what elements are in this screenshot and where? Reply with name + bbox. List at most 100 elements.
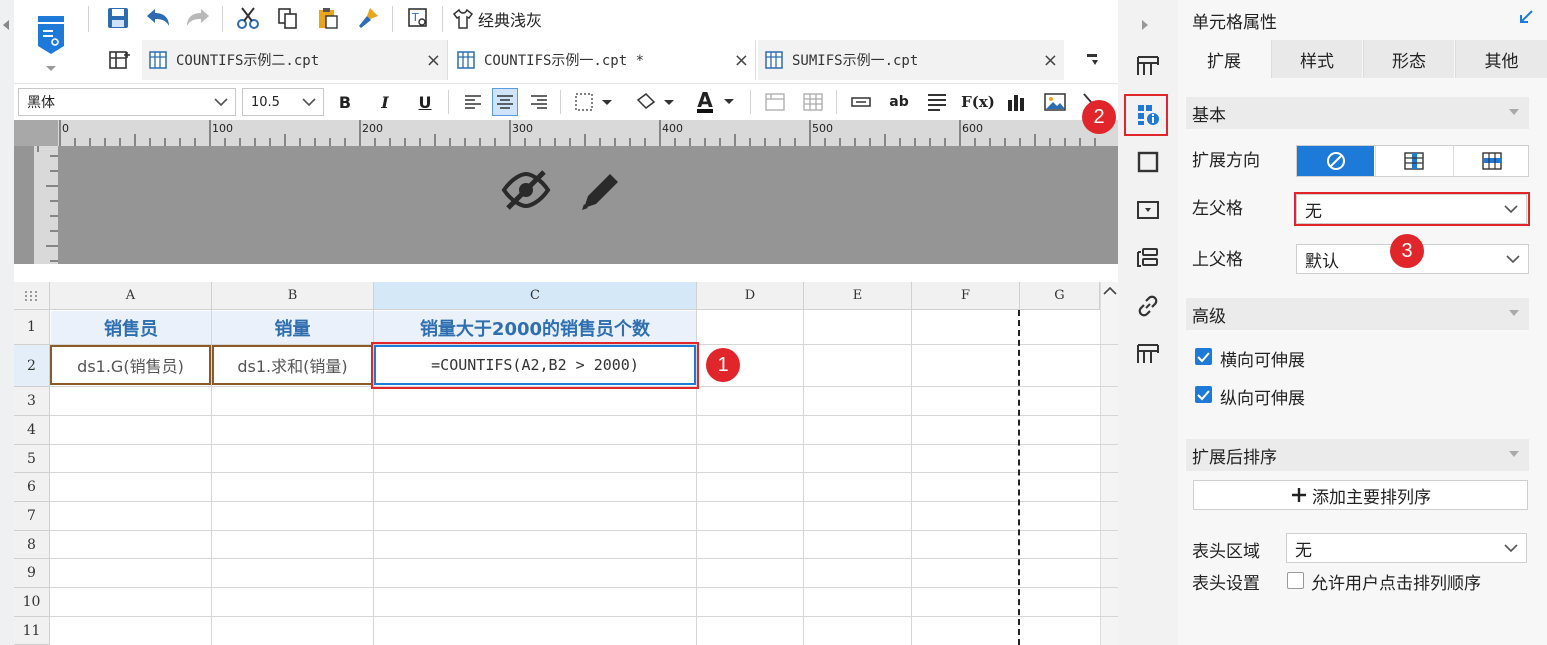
image-icon[interactable] — [1042, 88, 1068, 116]
save-icon[interactable] — [104, 4, 132, 32]
hide-eye-icon[interactable] — [500, 168, 552, 216]
expand-horizontal-button[interactable] — [1453, 146, 1530, 176]
fill-color-icon[interactable] — [632, 88, 680, 116]
tab-style[interactable]: 样式 — [1271, 40, 1362, 78]
row-header-8[interactable]: 8 — [14, 531, 50, 559]
theme-button[interactable]: 经典浅灰 — [452, 6, 542, 32]
chevron-up-icon[interactable] — [1101, 282, 1119, 300]
tab-form[interactable]: 形态 — [1363, 40, 1454, 78]
section-basic[interactable]: 基本 — [1186, 97, 1529, 129]
cell-b2[interactable]: ds1.求和(销量) — [212, 345, 373, 385]
cell-a1[interactable]: 销售员 — [51, 311, 211, 344]
tab-list-icon[interactable] — [1080, 46, 1108, 74]
text-insert-button[interactable]: ab — [886, 88, 912, 116]
row-header-11[interactable]: 11 — [14, 617, 50, 645]
font-family-select[interactable]: 黑体 — [18, 88, 236, 116]
preview-icon[interactable]: T — [404, 4, 432, 32]
column-header-f[interactable]: F — [912, 282, 1020, 310]
column-header-c[interactable]: C — [374, 282, 697, 310]
row-header-9[interactable]: 9 — [14, 559, 50, 588]
cell-layout-icon[interactable] — [1134, 52, 1162, 80]
column-header-g[interactable]: G — [1020, 282, 1100, 310]
expand-none-button[interactable] — [1297, 146, 1374, 176]
cell-a2[interactable]: ds1.G(销售员) — [50, 345, 211, 385]
vertical-stretch-checkbox[interactable] — [1195, 386, 1212, 403]
expand-vertical-button[interactable] — [1375, 146, 1452, 176]
align-left-icon[interactable] — [460, 88, 486, 116]
bold-button[interactable]: B — [332, 88, 358, 116]
row-header-7[interactable]: 7 — [14, 502, 50, 531]
new-sheet-icon[interactable] — [106, 46, 134, 74]
chart-icon[interactable] — [1004, 88, 1030, 116]
horizontal-stretch-checkbox[interactable] — [1195, 348, 1212, 365]
condition-icon[interactable] — [1134, 244, 1162, 272]
widget-icon[interactable] — [1134, 196, 1162, 224]
add-sort-button[interactable]: 添加主要排列序 — [1193, 480, 1528, 510]
allow-user-sort-label: 允许用户点击排列顺序 — [1311, 574, 1481, 594]
row-header-5[interactable]: 5 — [14, 445, 50, 473]
row-header-4[interactable]: 4 — [14, 416, 50, 445]
cell-c1[interactable]: 销量大于2000的销售员个数 — [374, 311, 696, 344]
dock-arrow-icon[interactable] — [1517, 8, 1535, 30]
column-header-b[interactable]: B — [212, 282, 374, 310]
cell-b1[interactable]: 销量 — [212, 311, 373, 344]
close-icon[interactable]: × — [426, 50, 441, 71]
cut-icon[interactable] — [234, 4, 262, 32]
undo-icon[interactable] — [144, 4, 172, 32]
section-sort[interactable]: 扩展后排序 — [1186, 439, 1529, 471]
redo-icon[interactable] — [184, 4, 212, 32]
tab-countifs-example-2[interactable]: COUNTIFS示例二.cpt × — [142, 40, 448, 80]
close-icon[interactable]: × — [734, 50, 749, 71]
cell-attribute-icon[interactable] — [1134, 101, 1162, 129]
left-collapse-strip[interactable] — [0, 0, 14, 645]
chevron-down-icon[interactable] — [295, 89, 323, 115]
column-header-d[interactable]: D — [697, 282, 804, 310]
font-color-icon[interactable]: A — [690, 88, 742, 116]
underline-button[interactable]: U — [412, 88, 438, 116]
align-center-icon[interactable] — [492, 88, 518, 116]
report-logo-icon[interactable] — [22, 6, 80, 74]
hyperlink-icon[interactable] — [1134, 292, 1162, 320]
row-header-10[interactable]: 10 — [14, 588, 50, 617]
chevron-down-icon[interactable] — [1496, 534, 1526, 562]
close-icon[interactable]: × — [1043, 50, 1058, 71]
copy-icon[interactable] — [274, 4, 302, 32]
tab-expand[interactable]: 扩展 — [1178, 40, 1270, 78]
check-icon — [1197, 390, 1210, 401]
edit-pencil-icon[interactable] — [576, 166, 626, 220]
tab-countifs-example-1[interactable]: COUNTIFS示例一.cpt * × — [450, 40, 756, 80]
column-header-a[interactable]: A — [50, 282, 212, 310]
border-frame-icon[interactable] — [1134, 148, 1162, 176]
check-icon — [1197, 352, 1210, 363]
border-icon[interactable] — [572, 88, 620, 116]
select-all-corner[interactable] — [14, 282, 50, 310]
formula-button[interactable]: F(x) — [960, 88, 996, 116]
italic-button[interactable]: I — [372, 88, 398, 116]
vertical-scrollbar[interactable] — [1100, 282, 1118, 645]
row-header-3[interactable]: 3 — [14, 387, 50, 416]
align-right-icon[interactable] — [526, 88, 552, 116]
collapse-left-icon[interactable] — [3, 20, 9, 30]
expand-right-icon[interactable] — [1142, 20, 1148, 30]
column-header-e[interactable]: E — [804, 282, 912, 310]
tab-other[interactable]: 其他 — [1455, 40, 1547, 78]
font-size-select[interactable]: 10.5 — [242, 88, 324, 116]
design-canvas[interactable] — [14, 146, 1118, 264]
row-header-2[interactable]: 2 — [14, 345, 50, 387]
allow-user-sort-checkbox[interactable] — [1287, 572, 1304, 589]
sheet-layout-icon[interactable] — [1134, 340, 1162, 368]
header-area-select[interactable]: 无 — [1286, 533, 1527, 563]
top-parent-value: 默认 — [1305, 251, 1339, 272]
row-header-6[interactable]: 6 — [14, 473, 50, 502]
tab-sumifs-example-1[interactable]: SUMIFS示例一.cpt × — [758, 40, 1064, 80]
chevron-down-icon[interactable] — [1498, 245, 1528, 273]
section-advanced[interactable]: 高级 — [1186, 298, 1529, 330]
merge-cells-icon[interactable] — [762, 88, 788, 116]
rich-text-icon[interactable] — [924, 88, 950, 116]
paste-icon[interactable] — [314, 4, 342, 32]
row-header-1[interactable]: 1 — [14, 310, 50, 345]
unmerge-cells-icon[interactable] — [800, 88, 826, 116]
chevron-down-icon[interactable] — [207, 89, 235, 115]
text-field-icon[interactable] — [848, 88, 874, 116]
format-painter-icon[interactable] — [354, 4, 382, 32]
